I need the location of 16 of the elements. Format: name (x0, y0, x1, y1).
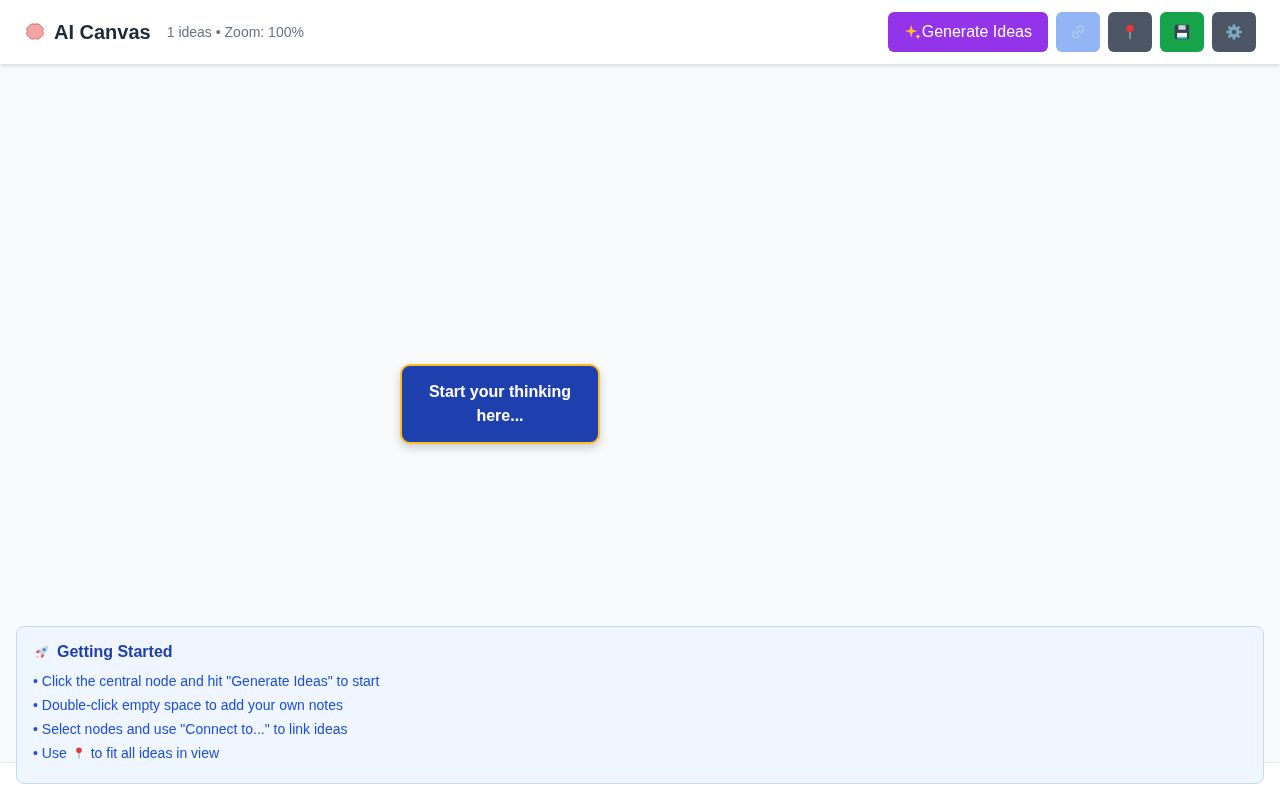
tip-text: • Use (33, 745, 67, 761)
rocket-icon (33, 643, 51, 661)
tip-text: to fit all ideas in view (90, 745, 220, 761)
generate-ideas-button[interactable]: Generate Ideas (887, 12, 1048, 52)
tip-text: • Double-click empty space to add your own notes (33, 697, 343, 713)
fit-view-button[interactable] (1108, 12, 1152, 52)
settings-icon (1225, 23, 1243, 41)
save-button[interactable] (1160, 12, 1204, 52)
settings-button[interactable] (1212, 12, 1256, 52)
sparkles-icon (903, 23, 922, 41)
app-title: AI Canvas (54, 20, 151, 44)
tip-text: • Select nodes and use "Connect to..." to link ideas (33, 721, 348, 737)
idea-node[interactable]: Start your thinking here... (400, 364, 600, 444)
tip-text: • Click the central node and hit "Generate Ideas" to start (33, 673, 380, 689)
status-text: 1 ideas • Zoom: 100% (166, 24, 304, 40)
panel-title: Getting Started (57, 643, 173, 661)
